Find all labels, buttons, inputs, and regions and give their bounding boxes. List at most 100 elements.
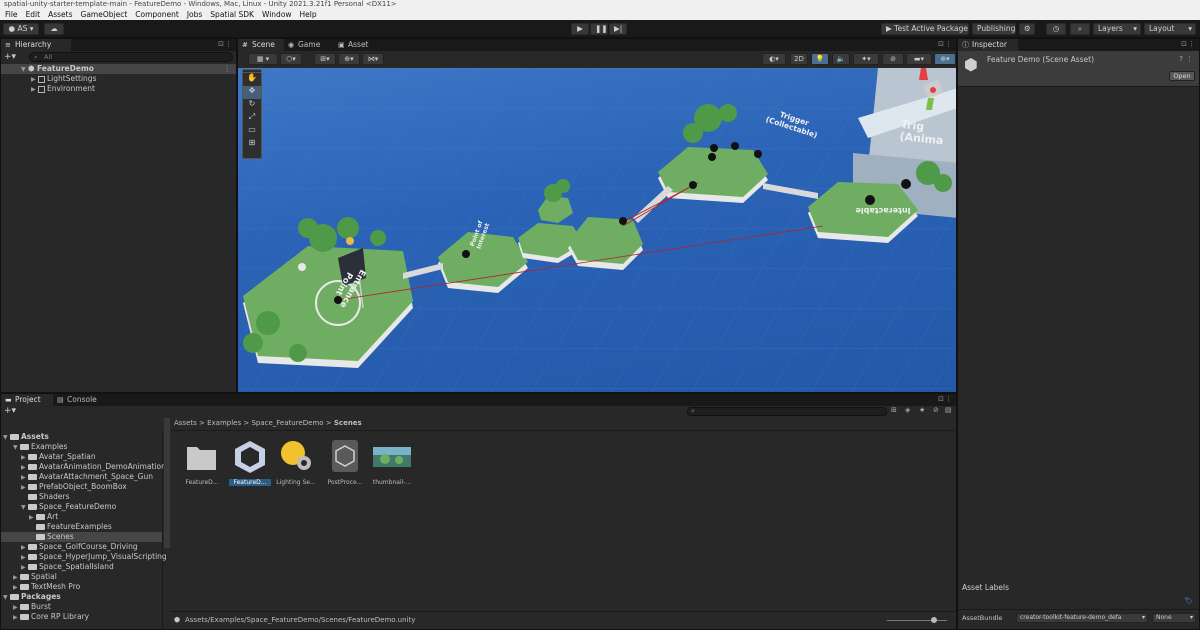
tree-item[interactable]: ▼ Assets [1, 432, 162, 442]
tree-item[interactable]: ▶ Space_SpatialIsland [1, 562, 162, 572]
tree-item[interactable]: Shaders [1, 492, 162, 502]
breadcrumb-item-current[interactable]: Scenes [334, 419, 362, 427]
asset-item[interactable]: PostProce... [326, 439, 364, 486]
breadcrumb-item[interactable]: Examples [207, 419, 241, 427]
tree-item[interactable]: ▶ Avatar_Spatian [1, 452, 162, 462]
project-search-input[interactable]: ⌕ [687, 407, 887, 416]
menu-edit[interactable]: Edit [26, 10, 41, 19]
lock-icon[interactable]: ⊡ [218, 40, 224, 48]
help-icon[interactable]: ? [1179, 55, 1183, 63]
tree-item[interactable]: ▶ Art [1, 512, 162, 522]
scale-tool-icon[interactable]: ⤢ [243, 112, 261, 125]
layout-dropdown[interactable]: Layout ▾ [1144, 23, 1196, 35]
add-icon[interactable]: +▾ [4, 52, 16, 62]
step-button[interactable]: ▶| [609, 23, 627, 35]
pause-button[interactable]: ❚❚ [590, 23, 608, 35]
asset-item[interactable]: thumbnail-... [373, 439, 411, 486]
draw-mode-dropdown[interactable]: ▦ ▾ [248, 53, 278, 65]
tree-item[interactable]: ▼ Examples [1, 442, 162, 452]
tree-scrollbar[interactable] [164, 418, 170, 548]
item-count-icon[interactable]: ▤ [945, 406, 952, 414]
tab-console[interactable]: ▤ Console [53, 394, 105, 406]
menu-file[interactable]: File [5, 10, 18, 19]
icon-size-slider[interactable] [887, 620, 947, 621]
toggle-2d-button[interactable]: 2D [790, 53, 808, 65]
create-asset-icon[interactable]: +▾ [4, 406, 16, 416]
camera-dropdown[interactable]: ▬▾ [906, 53, 932, 65]
tree-item[interactable]: ▶ PrefabObject_BoomBox [1, 482, 162, 492]
tree-item[interactable]: ▶ Burst [1, 602, 162, 612]
tree-item-selected[interactable]: Scenes [1, 532, 162, 542]
tree-item[interactable]: ▼ Packages [1, 592, 162, 602]
account-dropdown[interactable]: ● AS ▾ [3, 23, 39, 35]
more-icon[interactable]: ⋮ [945, 40, 952, 48]
snap-dropdown[interactable]: ⋈▾ [362, 53, 384, 65]
menu-spatial-sdk[interactable]: Spatial SDK [210, 10, 254, 19]
tree-item[interactable]: ▶ AvatarAnimation_DemoAnimation [1, 462, 166, 472]
lock-icon[interactable]: ⊡ [938, 395, 944, 403]
tab-asset-store[interactable]: ▣Asset Store [334, 39, 392, 61]
audio-toggle[interactable]: 🔈 [832, 53, 850, 65]
rotate-tool-icon[interactable]: ↻ [243, 99, 261, 112]
tab-hierarchy[interactable]: ≡ Hierarchy [1, 39, 71, 51]
tab-inspector[interactable]: ⓘ Inspector [958, 39, 1018, 51]
more-icon[interactable]: ⋮ [224, 64, 232, 74]
tree-item[interactable]: ▼ Space_FeatureDemo [1, 502, 162, 512]
more-icon[interactable]: ⋮ [1188, 40, 1195, 48]
asset-item[interactable]: FeatureD... [183, 439, 221, 486]
breadcrumb-item[interactable]: Assets [174, 419, 197, 427]
menu-assets[interactable]: Assets [48, 10, 72, 19]
lighting-toggle[interactable]: 💡 [811, 53, 829, 65]
search-button[interactable]: ⌕ [1070, 23, 1090, 35]
hierarchy-item[interactable]: ▶ LightSettings [1, 74, 236, 84]
tab-project[interactable]: ▬ Project [1, 394, 53, 406]
breadcrumb-item[interactable]: Space_FeatureDemo [251, 419, 323, 427]
hidden-packages-icon[interactable]: ⊘ [933, 406, 939, 414]
asset-item-selected[interactable]: FeatureD... [229, 439, 271, 486]
menu-window[interactable]: Window [262, 10, 292, 19]
shading-dropdown[interactable]: ◐▾ [762, 53, 786, 65]
local-dropdown[interactable]: ⊕▾ [338, 53, 360, 65]
asset-item[interactable]: Lighting Se... [276, 439, 316, 486]
open-button[interactable]: Open [1169, 71, 1195, 81]
gizmos-dropdown[interactable]: ⊕▾ [934, 53, 956, 65]
hand-tool-icon[interactable]: ✋ [243, 73, 261, 86]
tab-scene[interactable]: # Scene [238, 39, 284, 51]
menu-help[interactable]: Help [300, 10, 317, 19]
tree-item[interactable]: FeatureExamples [1, 522, 162, 532]
settings-button[interactable]: ⚙ [1019, 23, 1035, 35]
asset-bundle-dropdown[interactable]: creator-toolkit-feature-demo_defa ▾ [1016, 613, 1148, 623]
filter-label-icon[interactable]: ◈ [905, 406, 910, 414]
more-icon[interactable]: ⋮ [225, 40, 232, 48]
more-icon[interactable]: ⋮ [945, 395, 952, 403]
menu-jobs[interactable]: Jobs [187, 10, 202, 19]
tree-item[interactable]: ▶ TextMesh Pro [1, 582, 162, 592]
test-active-package-button[interactable]: ▶ Test Active Package [881, 23, 969, 35]
effects-dropdown[interactable]: ✦▾ [853, 53, 879, 65]
history-button[interactable]: ◷ [1046, 23, 1066, 35]
play-button[interactable]: ▶ [571, 23, 589, 35]
hierarchy-item[interactable]: ▶ Environment [1, 84, 236, 94]
pivot-dropdown[interactable]: ⊞▾ [314, 53, 336, 65]
move-tool-icon[interactable]: ✥ [243, 86, 261, 99]
hierarchy-search-input[interactable]: ⌕ All [29, 52, 233, 62]
tree-item[interactable]: ▶ AvatarAttachment_Space_Gun [1, 472, 162, 482]
hidden-objects-toggle[interactable]: ⊘ [882, 53, 904, 65]
icon-size-slider-thumb[interactable] [931, 617, 937, 623]
asset-variant-dropdown[interactable]: None ▾ [1152, 613, 1196, 623]
tab-game[interactable]: ◉ Game [284, 39, 324, 51]
tag-icon[interactable]: 🏷 [1184, 597, 1193, 605]
rect-tool-icon[interactable]: ▭ [243, 125, 261, 138]
tree-item[interactable]: ▶ Spatial [1, 572, 162, 582]
maximize-icon[interactable]: ⊡ [938, 40, 944, 48]
favorite-icon[interactable]: ★ [919, 406, 925, 414]
tree-item[interactable]: ▶ Core RP Library [1, 612, 162, 622]
menu-gameobject[interactable]: GameObject [81, 10, 128, 19]
tree-item[interactable]: ▶ Space_GolfCourse_Driving [1, 542, 162, 552]
gizmo-dropdown[interactable]: ⬡▾ [280, 53, 302, 65]
lock-icon[interactable]: ⊡ [1181, 40, 1187, 48]
transform-tool-icon[interactable]: ⊞ [243, 138, 261, 151]
more-icon[interactable]: ⋮ [1186, 55, 1193, 63]
filter-type-icon[interactable]: ⊞ [891, 406, 897, 414]
tree-item[interactable]: ▶ Space_HyperJump_VisualScripting [1, 552, 167, 562]
